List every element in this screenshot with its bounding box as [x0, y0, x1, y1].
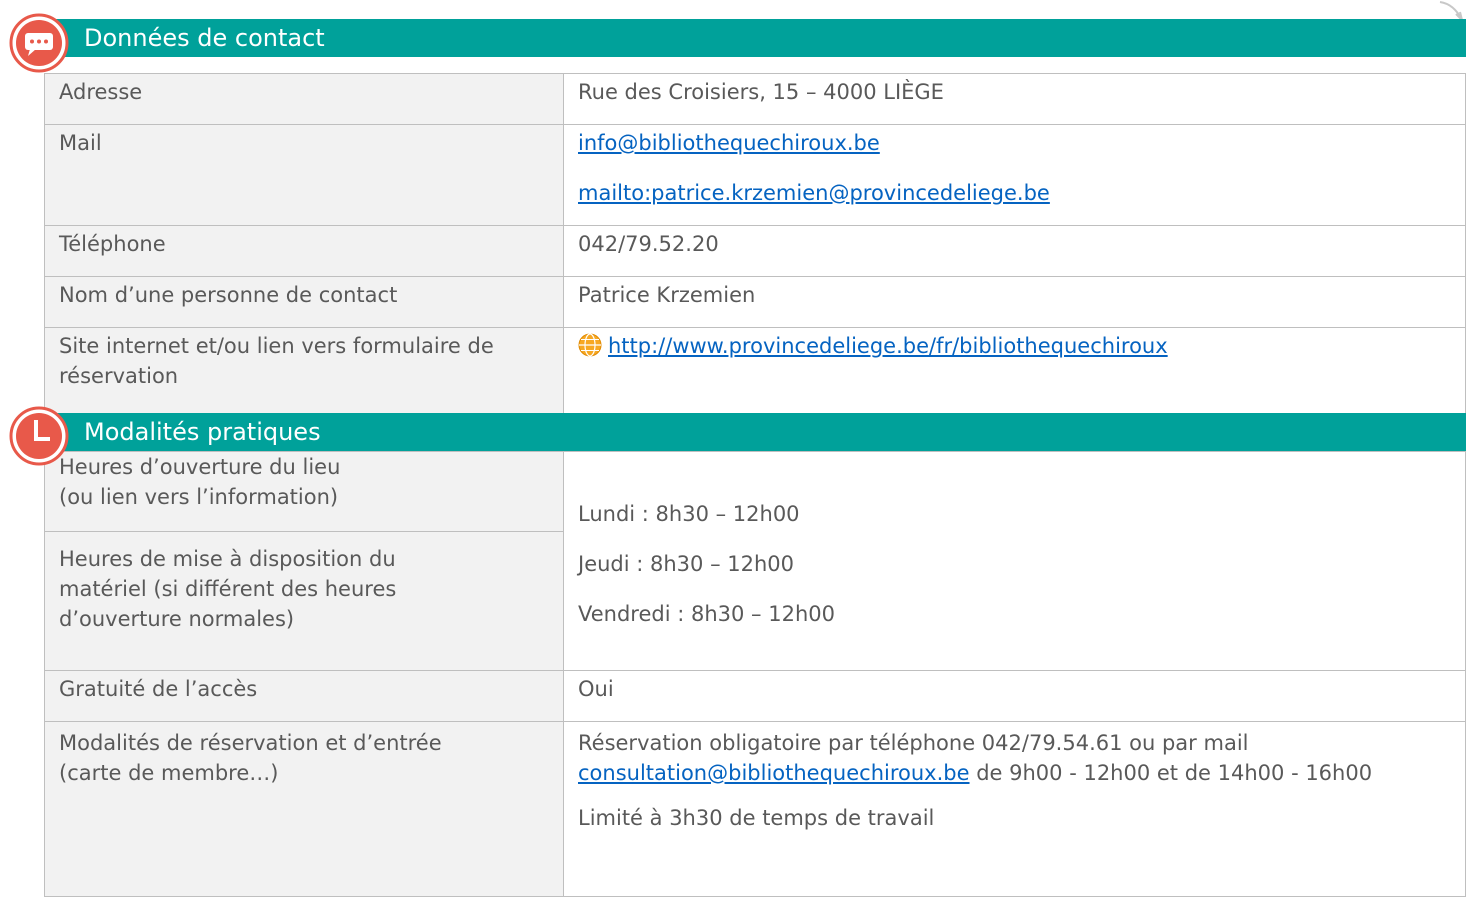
opening-hours-label-line1: Heures d’ouverture du lieu: [59, 455, 341, 479]
contact-table: Adresse Rue des Croisiers, 15 – 4000 LIÈ…: [44, 73, 1466, 414]
phone-value: 042/79.52.20: [563, 225, 1466, 277]
free-access-label-text: Gratuité de l’accès: [59, 677, 258, 701]
free-access-value-text: Oui: [578, 677, 614, 701]
website-link[interactable]: http://www.provincedeliege.be/fr/bibliot…: [608, 334, 1168, 358]
opening-hours-label-line2: (ou lien vers l’information): [59, 485, 339, 509]
opening-hours-label: Heures d’ouverture du lieu (ou lien vers…: [44, 451, 564, 532]
mail-link-info[interactable]: info@bibliothequechiroux.be: [578, 131, 880, 155]
table-row-contact-person: Nom d’une personne de contact Patrice Kr…: [44, 276, 1466, 328]
website-label: Site internet et/ou lien vers formulaire…: [44, 327, 564, 414]
address-label-text: Adresse: [59, 80, 143, 104]
hours-line-friday: Vendredi : 8h30 – 12h00: [578, 602, 835, 626]
hours-line-monday: Lundi : 8h30 – 12h00: [578, 502, 800, 526]
hours-line-thursday: Jeudi : 8h30 – 12h00: [578, 552, 795, 576]
availability-hours-label: Heures de mise à disposition du matériel…: [44, 531, 564, 671]
section-title-contact: Données de contact: [84, 24, 325, 52]
address-value: Rue des Croisiers, 15 – 4000 LIÈGE: [563, 73, 1466, 125]
mail-label-text: Mail: [59, 131, 102, 155]
table-row-free-access: Gratuité de l’accès Oui: [44, 670, 1466, 722]
reservation-label: Modalités de réservation et d’entrée (ca…: [44, 721, 564, 897]
address-label: Adresse: [44, 73, 564, 125]
contact-person-value-text: Patrice Krzemien: [578, 283, 756, 307]
table-row-website: Site internet et/ou lien vers formulaire…: [44, 327, 1466, 414]
address-value-text: Rue des Croisiers, 15 – 4000 LIÈGE: [578, 80, 944, 104]
table-row-reservation: Modalités de réservation et d’entrée (ca…: [44, 721, 1466, 897]
globe-icon: [578, 333, 602, 357]
table-row-address: Adresse Rue des Croisiers, 15 – 4000 LIÈ…: [44, 73, 1466, 125]
reservation-mail-link[interactable]: consultation@bibliothequechiroux.be: [578, 761, 970, 785]
section-title-modalites: Modalités pratiques: [84, 418, 321, 446]
website-value: http://www.provincedeliege.be/fr/bibliot…: [563, 327, 1466, 414]
mail-value: info@bibliothequechiroux.be mailto:patri…: [563, 124, 1466, 226]
mail-label: Mail: [44, 124, 564, 226]
phone-label: Téléphone: [44, 225, 564, 277]
free-access-label: Gratuité de l’accès: [44, 670, 564, 722]
reservation-paragraph: Réservation obligatoire par téléphone 04…: [578, 722, 1451, 788]
contact-person-value: Patrice Krzemien: [563, 276, 1466, 328]
contact-person-label-text: Nom d’une personne de contact: [59, 283, 398, 307]
table-row-opening-hours: Heures d’ouverture du lieu (ou lien vers…: [44, 451, 1466, 671]
table-row-phone: Téléphone 042/79.52.20: [44, 225, 1466, 277]
contact-person-label: Nom d’une personne de contact: [44, 276, 564, 328]
reservation-text-after: de 9h00 - 12h00 et de 14h00 - 16h00: [969, 761, 1373, 785]
speech-bubble-icon: [8, 12, 70, 74]
table-row-mail: Mail info@bibliothequechiroux.be mailto:…: [44, 124, 1466, 226]
reservation-text-before: Réservation obligatoire par téléphone 04…: [578, 731, 1249, 755]
reservation-value: Réservation obligatoire par téléphone 04…: [563, 721, 1466, 897]
mail-link-contact-person[interactable]: mailto:patrice.krzemien@provincedeliege.…: [578, 181, 1050, 205]
phone-label-text: Téléphone: [59, 232, 166, 256]
section-header-modalites: Modalités pratiques: [44, 413, 1466, 451]
modalites-table: Heures d’ouverture du lieu (ou lien vers…: [44, 451, 1466, 897]
clock-icon: [8, 405, 70, 467]
reservation-limit: Limité à 3h30 de temps de travail: [578, 806, 935, 830]
free-access-value: Oui: [563, 670, 1466, 722]
cropped-heading-remnant: [70, 0, 710, 4]
availability-hours-label-text: Heures de mise à disposition du matériel…: [59, 547, 397, 631]
reservation-label-text: Modalités de réservation et d’entrée (ca…: [59, 731, 442, 785]
website-label-text: Site internet et/ou lien vers formulaire…: [59, 334, 494, 388]
hours-value: Lundi : 8h30 – 12h00 Jeudi : 8h30 – 12h0…: [563, 451, 1466, 671]
section-header-contact: Données de contact: [44, 19, 1466, 57]
phone-value-text: 042/79.52.20: [578, 232, 719, 256]
